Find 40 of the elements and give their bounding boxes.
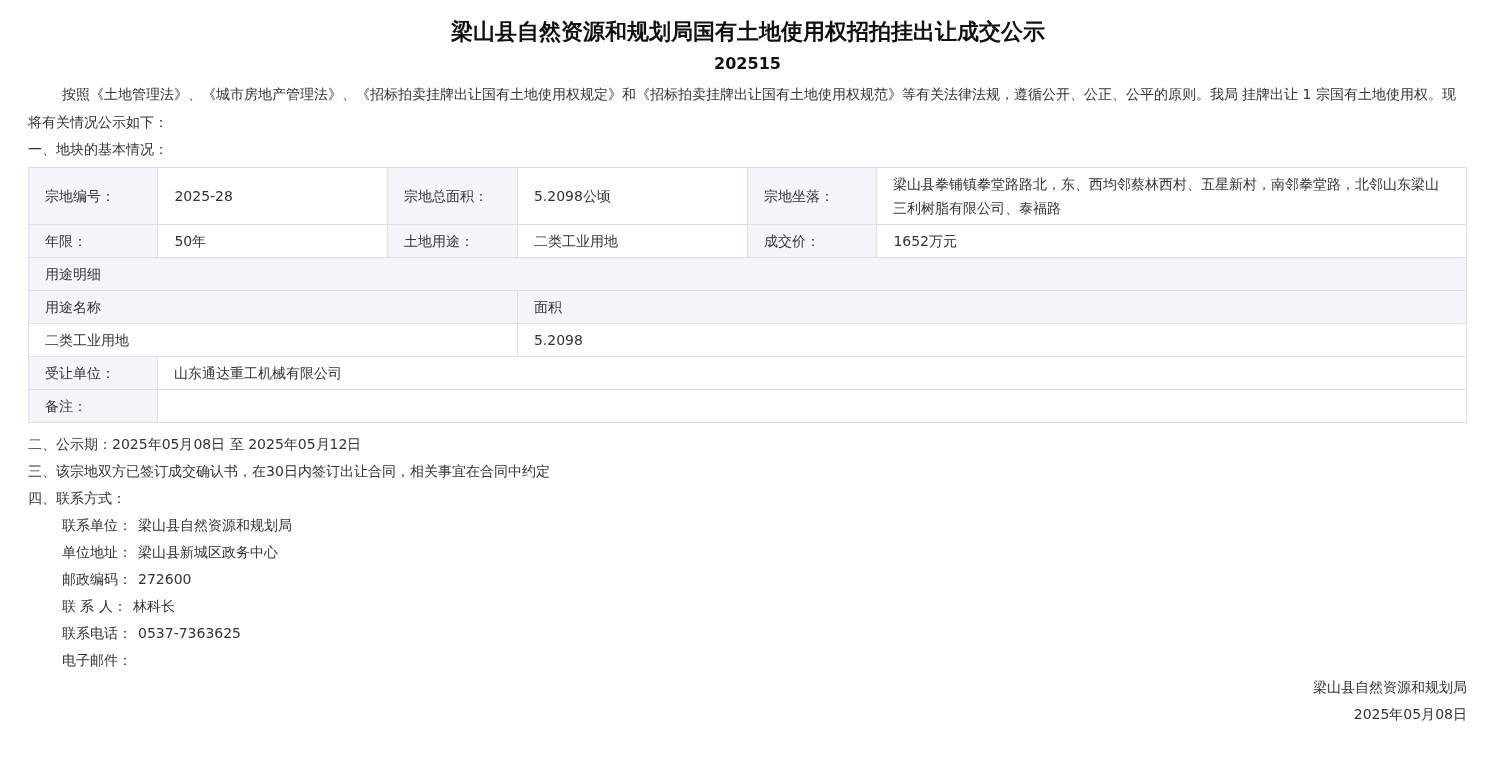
- label-cell: 受让单位：: [28, 356, 158, 390]
- value-cell: 50年: [157, 224, 388, 258]
- value-cell: 2025-28: [157, 167, 388, 225]
- value-cell: 二类工业用地: [517, 224, 748, 258]
- footer-organization: 梁山县自然资源和规划局: [1313, 678, 1467, 697]
- label-cell: 宗地编号：: [28, 167, 158, 225]
- footer-date: 2025年05月08日: [1353, 705, 1467, 724]
- label-cell: 成交价：: [747, 224, 877, 258]
- contact-value: 272600: [138, 570, 192, 589]
- label-cell: 年限：: [28, 224, 158, 258]
- intro-paragraph: 按照《土地管理法》、《城市房地产管理法》、《招标拍卖挂牌出让国有土地使用权规定》和《招标拍卖挂牌出让国有土地使用权规范》等有关法律法规，遵循公开、公正、公平的原则。我局 挂牌出让 1 宗国有土地使用权。现将有关情况公示如下：: [28, 85, 1457, 132]
- value-cell: 5.2098公顷: [517, 167, 748, 225]
- value-cell: 5.2098: [517, 323, 1467, 357]
- value-cell: 二类工业用地: [28, 323, 518, 357]
- value-cell: 山东通达重工机械有限公司: [157, 356, 1467, 390]
- contact-value: 梁山县新城区政务中心: [138, 543, 278, 562]
- label-cell: 宗地坐落：: [747, 167, 877, 225]
- label-cell: 土地用途：: [388, 224, 518, 258]
- label-cell: 用途名称: [28, 290, 518, 324]
- contact-label: 单位地址：: [62, 543, 132, 562]
- contact-label: 电子邮件：: [62, 651, 132, 670]
- contact-label: 邮政编码：: [62, 570, 132, 589]
- label-cell: 宗地总面积：: [388, 167, 518, 225]
- contact-label: 联系电话：: [62, 624, 132, 643]
- label-cell: 面积: [517, 290, 1467, 324]
- page-title: 梁山县自然资源和规划局国有土地使用权招拍挂出让成交公示: [449, 18, 1046, 46]
- notice-number: 202515: [713, 53, 782, 75]
- label-cell: 用途明细: [28, 257, 1467, 291]
- label-cell: 备注：: [28, 389, 158, 423]
- value-cell: 梁山县拳铺镇拳堂路路北，东、西均邻蔡林西村、五星新村，南邻拳堂路，北邻山东梁山三利树脂有限公司、泰福路: [876, 167, 1467, 225]
- contact-label: 联系单位：: [62, 516, 132, 535]
- contact-value: 林科长: [132, 597, 175, 616]
- section-text: 二、公示期：2025年05月08日 至 2025年05月12日: [28, 435, 363, 454]
- section-text: 三、该宗地双方已签订成交确认书，在30日内签订出让合同，相关事宜在合同中约定: [28, 462, 551, 481]
- section-text: 四、联系方式：: [28, 489, 127, 508]
- contact-value: 梁山县自然资源和规划局: [138, 516, 292, 535]
- section-heading: 一、地块的基本情况：: [28, 140, 169, 159]
- value-cell: 1652万元: [876, 224, 1467, 258]
- contact-value: 0537-7363625: [138, 624, 242, 643]
- contact-label: 联 系 人：: [62, 597, 127, 616]
